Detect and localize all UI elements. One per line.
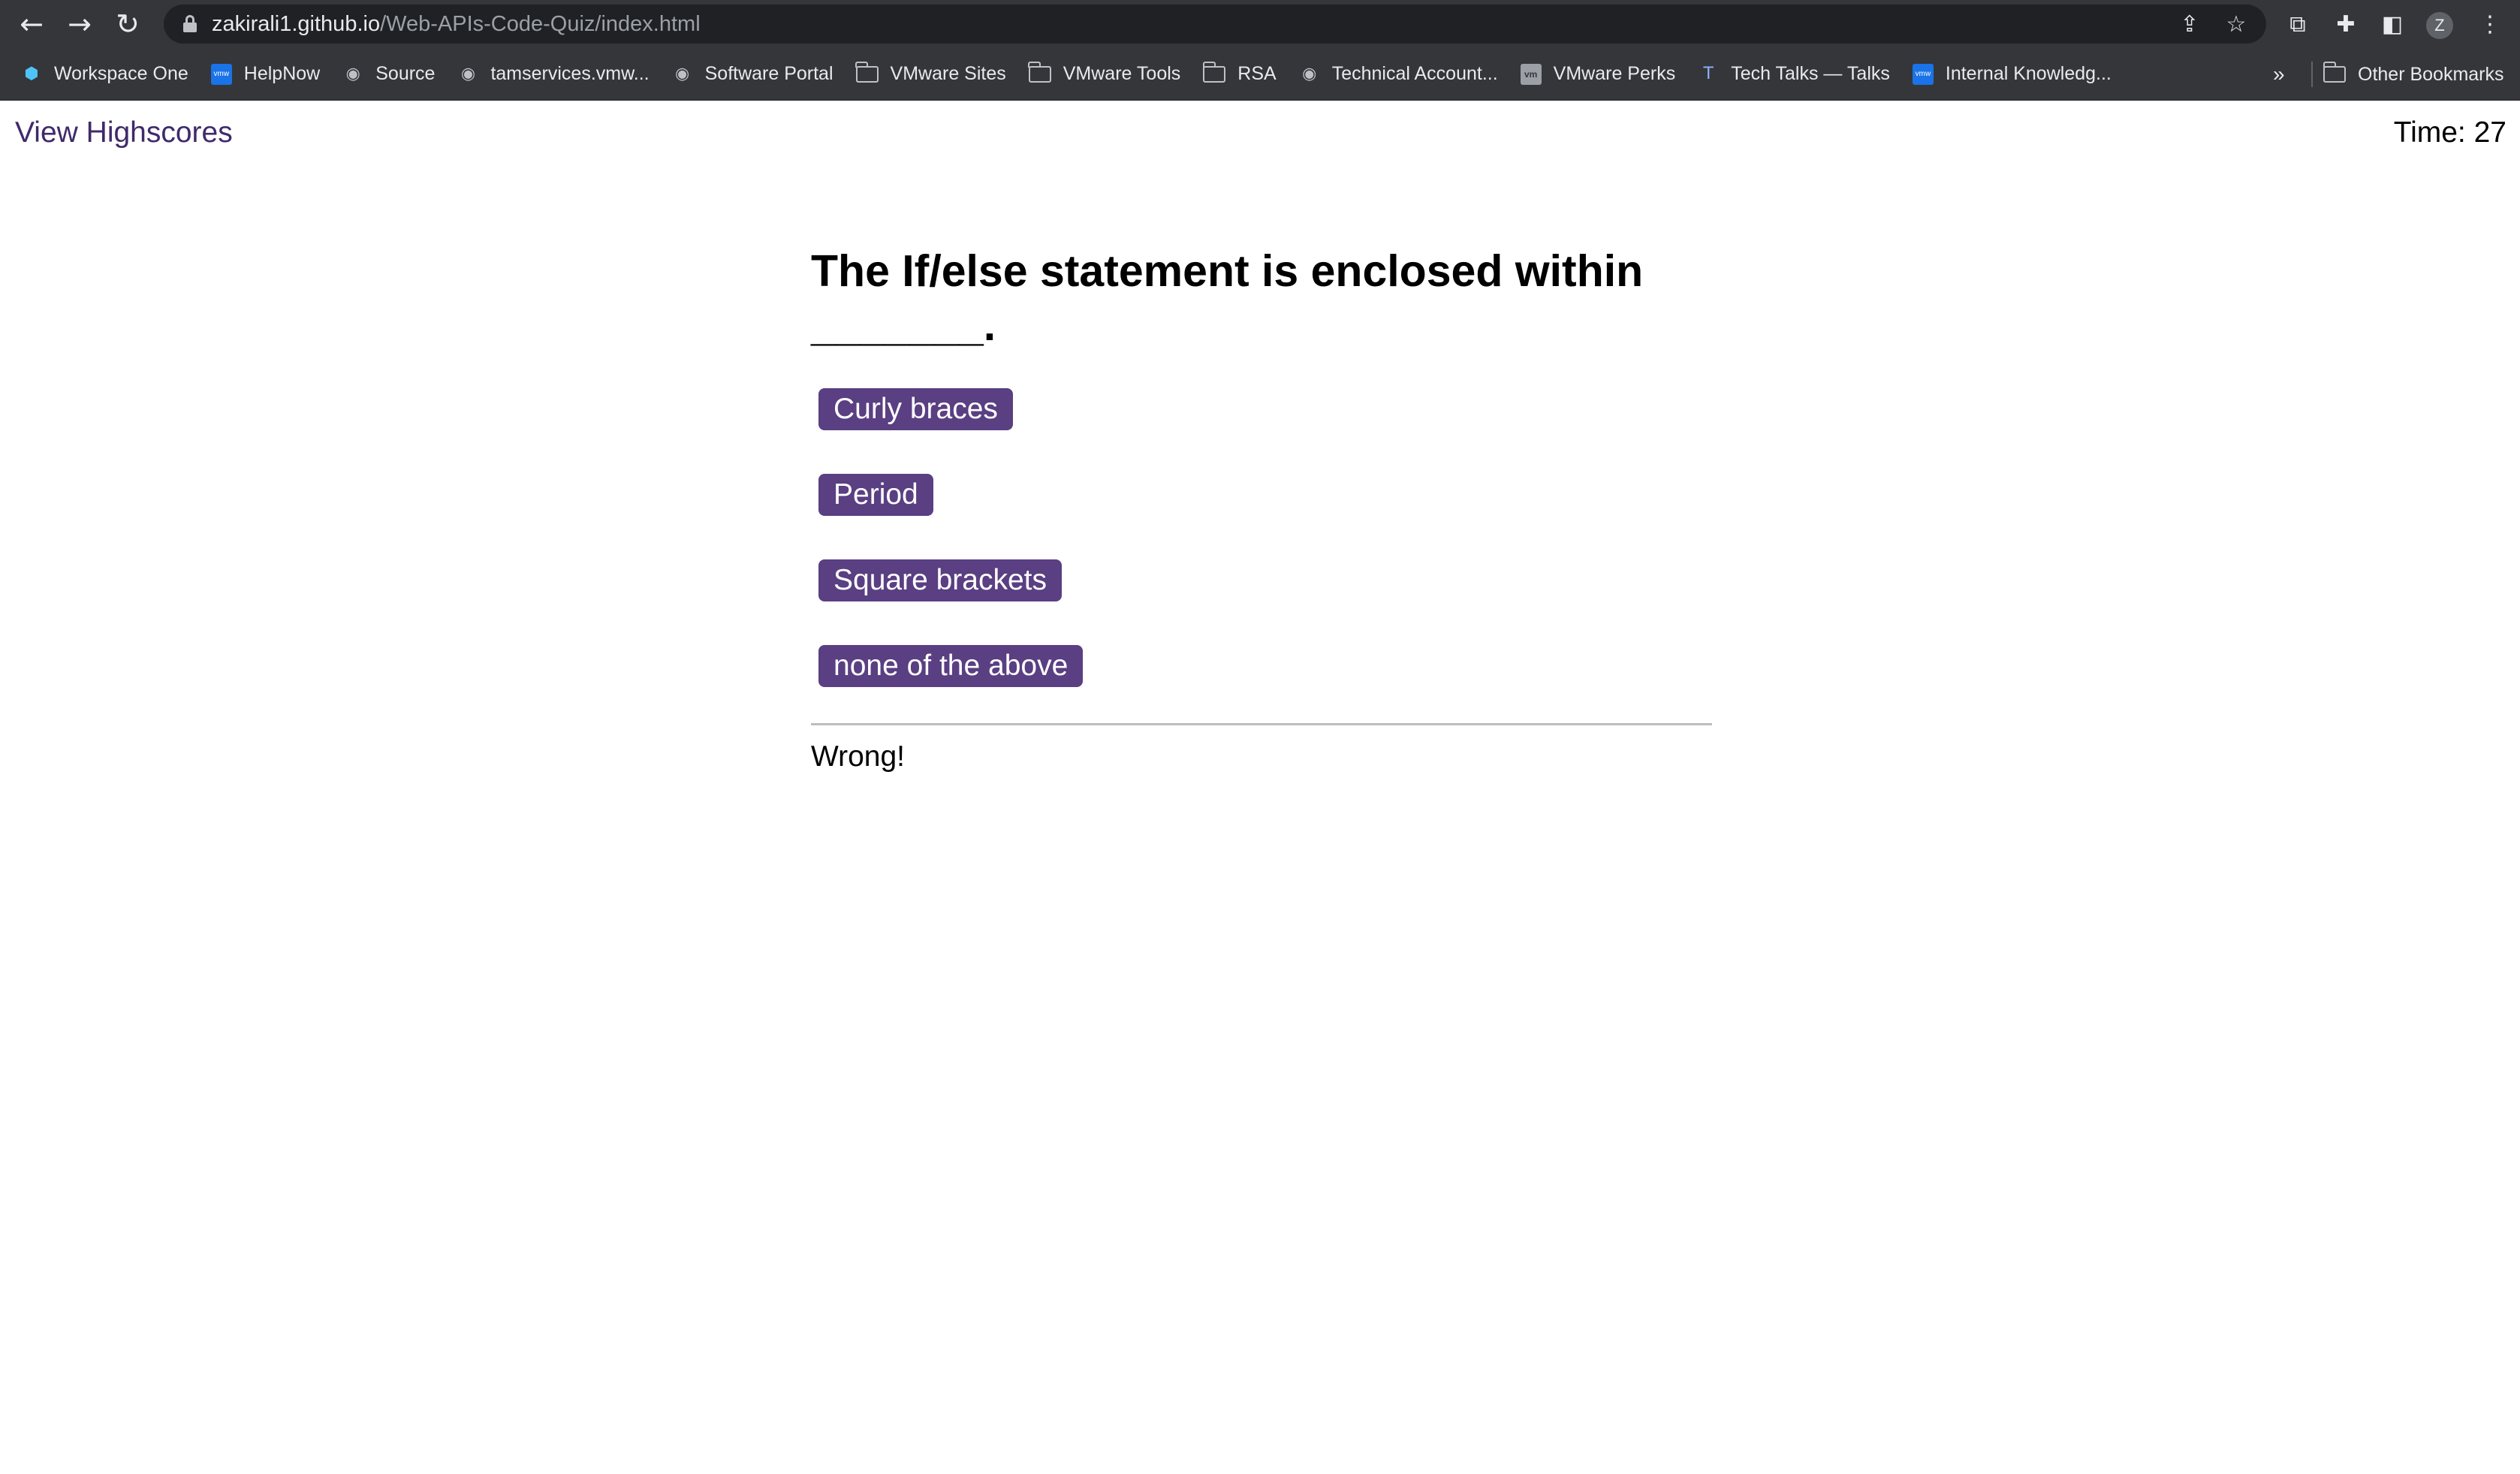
vmware-icon: vmw (1912, 63, 1934, 85)
timer-label: Time: (2393, 116, 2466, 149)
bookmark-software-portal[interactable]: ◉ Software Portal (672, 63, 833, 85)
star-icon[interactable]: ☆ (2217, 5, 2256, 44)
address-bar[interactable]: zakirali1.github.io/Web-APIs-Code-Quiz/i… (164, 5, 2266, 44)
globe-icon: ◉ (460, 65, 476, 83)
share-icon[interactable]: ⇪ (2170, 5, 2209, 44)
tech-talks-icon: T (1703, 65, 1714, 83)
bookmarks-divider (2311, 62, 2313, 87)
bookmark-label: HelpNow (243, 63, 321, 84)
folder-icon (2323, 62, 2346, 83)
view-highscores-link[interactable]: View Highscores (15, 116, 233, 149)
globe-icon: ◉ (345, 65, 360, 83)
bookmark-label: Tech Talks — Talks (1731, 63, 1890, 84)
reload-icon[interactable]: ↻ (104, 0, 152, 48)
bookmark-label: VMware Tools (1063, 63, 1181, 84)
bookmark-folder-vmware-tools[interactable]: VMware Tools (1028, 61, 1181, 85)
vm-icon: vm (1520, 63, 1542, 85)
lock-icon[interactable] (183, 15, 197, 32)
arrow-left-icon[interactable]: ← (8, 0, 56, 48)
bookmark-helpnow[interactable]: vmw HelpNow (210, 63, 321, 85)
bookmark-label: Source (375, 63, 436, 84)
bookmark-label: Software Portal (704, 63, 833, 84)
bookmark-folder-vmware-sites[interactable]: VMware Sites (855, 61, 1006, 85)
folder-icon (855, 61, 879, 83)
feedback-text: Wrong! (811, 740, 905, 773)
bookmark-vmware-perks[interactable]: vm VMware Perks (1520, 63, 1676, 85)
browser-toolbar: ← → ↻ zakirali1.github.io/Web-APIs-Code-… (0, 0, 2520, 48)
timer-value: 27 (2473, 116, 2506, 149)
bookmark-label: Technical Account... (1331, 63, 1498, 84)
bookmark-tech-talks[interactable]: T Tech Talks — Talks (1698, 63, 1890, 85)
globe-icon: ◉ (675, 65, 690, 83)
bookmark-workspace-one[interactable]: ⬢ Workspace One (21, 63, 188, 85)
other-bookmarks-label: Other Bookmarks (2358, 63, 2504, 85)
url-host: zakirali1.github.io (212, 11, 381, 36)
profile-avatar[interactable]: Z (2426, 12, 2453, 39)
answer-button[interactable]: Square brackets (818, 559, 1062, 601)
other-bookmarks-button[interactable]: Other Bookmarks (2323, 48, 2504, 101)
bookmark-label: RSA (1237, 63, 1277, 84)
answer-button[interactable]: none of the above (818, 645, 1084, 687)
bookmark-technical-account[interactable]: ◉ Technical Account... (1299, 63, 1498, 85)
vmware-icon: vmw (210, 63, 232, 85)
bookmark-label: Internal Knowledg... (1945, 63, 2112, 84)
bookmarks-bar: ⬢ Workspace One vmw HelpNow ◉ Source ◉ t… (0, 48, 2520, 101)
arrow-right-icon[interactable]: → (56, 0, 104, 48)
bookmark-internal-knowledge[interactable]: vmw Internal Knowledg... (1912, 63, 2112, 85)
extension-icon[interactable]: ⧉ (2277, 0, 2319, 48)
puzzle-icon[interactable]: ✚ (2325, 0, 2367, 48)
globe-icon: ◉ (1302, 65, 1317, 83)
answer-button[interactable]: Curly braces (818, 388, 1013, 430)
timer: Time: 27 (2394, 116, 2506, 149)
divider (811, 723, 1712, 725)
bookmark-label: VMware Perks (1553, 63, 1676, 84)
bookmark-folder-rsa[interactable]: RSA (1202, 61, 1277, 85)
url-path: /Web-APIs-Code-Quiz/index.html (380, 11, 701, 36)
kebab-menu-icon[interactable]: ⋮ (2469, 0, 2511, 48)
bookmark-source[interactable]: ◉ Source (342, 63, 436, 85)
bookmark-label: Workspace One (54, 63, 188, 84)
bookmark-label: tamservices.vmw... (490, 63, 650, 84)
question-text: The If/else statement is enclosed within… (811, 246, 1644, 350)
workspace-one-icon: ⬢ (24, 65, 39, 83)
folder-icon (1202, 61, 1226, 83)
answer-button[interactable]: Period (818, 474, 933, 516)
bookmark-tamservices[interactable]: ◉ tamservices.vmw... (457, 63, 650, 85)
folder-icon (1028, 61, 1051, 83)
quiz-card: The If/else statement is enclosed within… (811, 244, 1712, 773)
bookmarks-overflow-button[interactable]: » (2273, 48, 2285, 101)
page-content: View Highscores Time: 27 The If/else sta… (0, 101, 2520, 1474)
side-panel-icon[interactable]: ◧ (2371, 0, 2413, 48)
bookmark-label: VMware Sites (890, 63, 1006, 84)
